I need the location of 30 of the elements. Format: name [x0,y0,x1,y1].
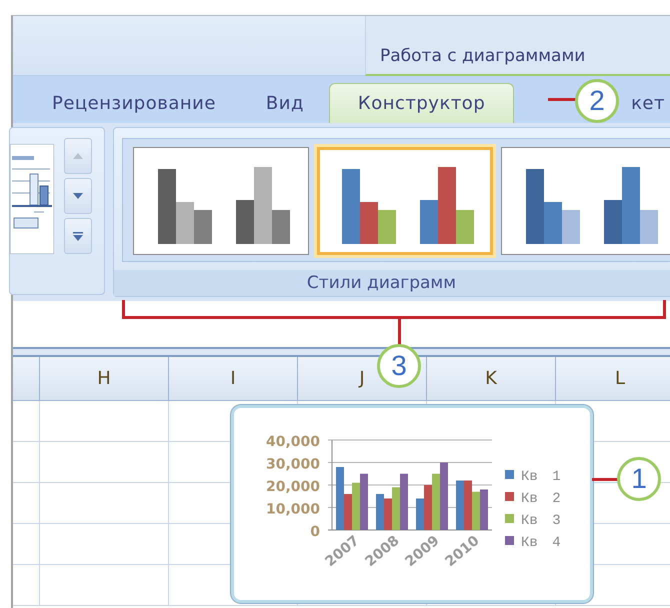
scroll-down-button[interactable] [64,178,92,214]
y-axis-label: 40,000 [266,434,320,450]
y-axis-label: 0 [310,524,320,540]
column-header[interactable]: H [40,357,169,400]
leader-line [592,478,620,481]
group-label: Стили диаграмм [306,273,456,293]
legend-label: Кв 1 [521,469,561,485]
y-axis-label: 10,000 [266,502,320,518]
ribbon-tab[interactable]: кет [630,83,666,123]
ribbon-tab[interactable]: Конструктор [328,83,514,123]
scroll-up-icon [73,153,83,159]
chart-style-option[interactable] [501,147,670,255]
legend-label: Кв 2 [521,491,561,507]
legend-label: Кв 4 [521,535,561,551]
scroll-down-icon [73,193,83,199]
ribbon-tab[interactable]: Рецензирование [27,83,241,123]
chart-layout-icon [10,144,54,254]
y-axis-label: 20,000 [266,479,320,495]
column-header[interactable]: L [556,357,670,400]
legend-label: Кв 3 [521,513,561,529]
context-tab-title: Работа с диаграммами [380,46,586,66]
leader-line [548,98,578,101]
chart-style-option[interactable] [133,147,309,255]
more-icon [73,232,83,240]
chart-style-option[interactable] [317,147,493,255]
y-axis-label: 30,000 [266,456,320,472]
column-header[interactable]: K [427,357,556,400]
ribbon-tab[interactable]: Вид [240,83,329,123]
column-header[interactable]: I [169,357,298,400]
more-button[interactable] [64,218,92,254]
